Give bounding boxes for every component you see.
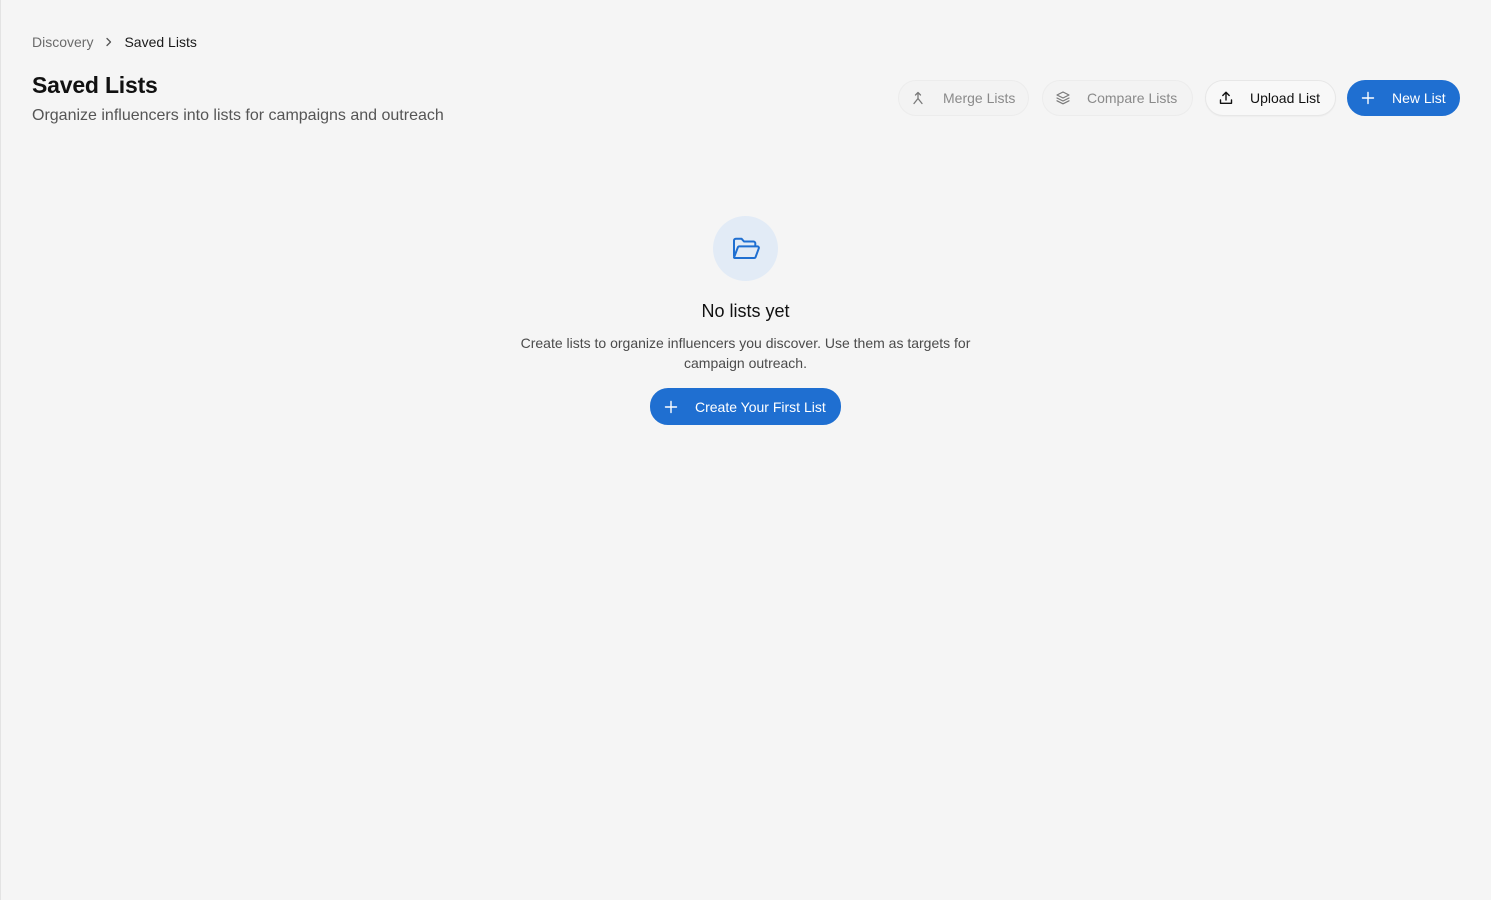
breadcrumb-discovery-link[interactable]: Discovery	[32, 33, 93, 51]
merge-lists-label: Merge Lists	[943, 90, 1016, 106]
compare-lists-label: Compare Lists	[1087, 90, 1178, 106]
empty-state-icon-circle	[713, 216, 778, 281]
merge-lists-button[interactable]: Merge Lists	[898, 80, 1029, 116]
upload-list-label: Upload List	[1250, 90, 1321, 106]
layers-icon	[1055, 90, 1071, 106]
merge-icon	[910, 90, 926, 106]
plus-icon	[1360, 90, 1376, 106]
empty-state-description: Create lists to organize influencers you…	[520, 335, 971, 371]
create-first-list-label: Create Your First List	[695, 398, 826, 415]
compare-lists-button[interactable]: Compare Lists	[1042, 80, 1193, 116]
upload-list-button[interactable]: Upload List	[1205, 80, 1336, 116]
page-subtitle: Organize influencers into lists for camp…	[32, 107, 444, 124]
breadcrumb-current: Saved Lists	[124, 34, 197, 50]
breadcrumb: Discovery Saved Lists	[32, 33, 197, 51]
page-title: Saved Lists	[32, 72, 158, 98]
left-border	[0, 0, 1, 900]
create-first-list-button[interactable]: Create Your First List	[650, 388, 841, 425]
upload-icon	[1218, 90, 1234, 106]
plus-icon	[663, 399, 679, 415]
new-list-button[interactable]: New List	[1347, 80, 1460, 116]
new-list-label: New List	[1392, 90, 1446, 106]
folder-open-icon	[731, 236, 761, 262]
chevron-right-icon	[105, 37, 113, 47]
empty-state-title: No lists yet	[701, 301, 790, 321]
